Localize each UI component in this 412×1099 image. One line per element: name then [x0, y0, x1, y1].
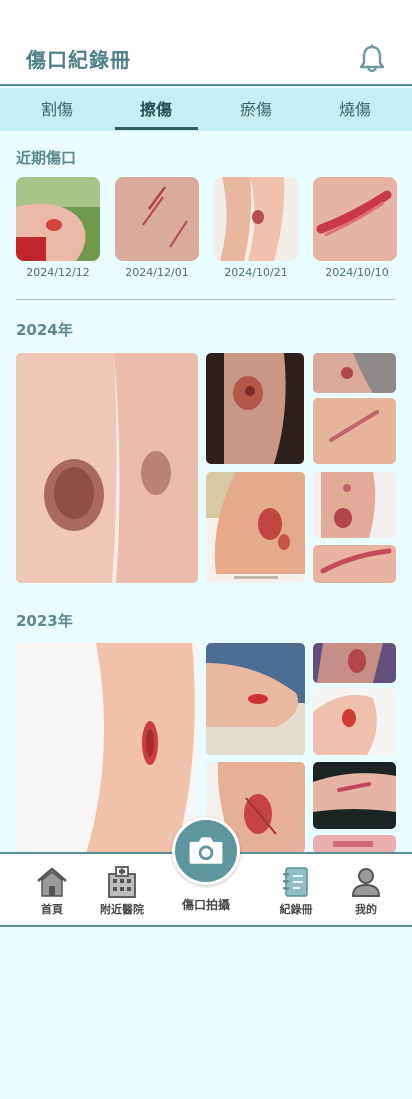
- nav-hospital-label: 附近醫院: [100, 903, 144, 916]
- recent-date-3: 2024/10/21: [224, 266, 288, 279]
- active-tab-indicator: [115, 127, 198, 130]
- photo-2024-6[interactable]: [313, 472, 396, 538]
- tab-bruise[interactable]: 瘀傷: [215, 88, 297, 131]
- hospital-icon: [106, 866, 138, 898]
- photo-2023-1[interactable]: [16, 643, 198, 853]
- bell-icon[interactable]: [358, 44, 386, 74]
- nav-profile-label: 我的: [355, 903, 377, 916]
- photo-2024-5[interactable]: [206, 472, 305, 583]
- tab-burn[interactable]: 燒傷: [314, 88, 396, 131]
- home-icon: [36, 866, 68, 898]
- recent-section-title: 近期傷口: [16, 149, 77, 167]
- photo-2023-4[interactable]: [313, 688, 396, 755]
- photo-2024-1[interactable]: [16, 353, 198, 583]
- notebook-icon: [280, 866, 312, 898]
- photo-2024-4[interactable]: [313, 398, 396, 464]
- recent-date-1: 2024/12/12: [26, 266, 90, 279]
- camera-button[interactable]: [172, 817, 240, 885]
- year-2023-title: 2023年: [16, 612, 73, 630]
- nav-records[interactable]: 紀錄冊: [256, 854, 336, 927]
- app-title: 傷口紀錄冊: [26, 48, 131, 72]
- photo-2023-2[interactable]: [206, 643, 305, 755]
- tab-cut[interactable]: 割傷: [16, 88, 98, 131]
- photo-2023-3[interactable]: [313, 643, 396, 683]
- photo-2024-2[interactable]: [206, 353, 304, 464]
- recent-date-4: 2024/10/10: [325, 266, 389, 279]
- camera-icon: [189, 837, 223, 864]
- app-header: 傷口紀錄冊: [0, 0, 412, 86]
- user-icon: [350, 866, 382, 898]
- nav-records-label: 紀錄冊: [279, 903, 313, 916]
- year-2024-title: 2024年: [16, 321, 73, 339]
- photo-2024-3[interactable]: [313, 353, 396, 393]
- category-tabs: 割傷 擦傷 瘀傷 燒傷: [0, 88, 412, 131]
- recent-thumb-4[interactable]: [313, 177, 397, 261]
- photo-2024-7[interactable]: [313, 545, 396, 583]
- nav-profile[interactable]: 我的: [326, 854, 406, 927]
- recent-thumb-2[interactable]: [115, 177, 199, 261]
- photo-2023-6[interactable]: [313, 762, 396, 829]
- recent-date-2: 2024/12/01: [125, 266, 189, 279]
- recent-thumb-3[interactable]: [214, 177, 298, 261]
- nav-camera-label: 傷口拍攝: [181, 898, 230, 912]
- nav-home-label: 首頁: [41, 903, 63, 916]
- nav-hospital[interactable]: 附近醫院: [82, 854, 162, 927]
- tab-abrasion[interactable]: 擦傷: [115, 88, 197, 131]
- section-divider: [16, 299, 396, 300]
- nav-home[interactable]: 首頁: [12, 854, 92, 927]
- photo-2023-7[interactable]: [313, 835, 396, 853]
- recent-thumb-1[interactable]: [16, 177, 100, 261]
